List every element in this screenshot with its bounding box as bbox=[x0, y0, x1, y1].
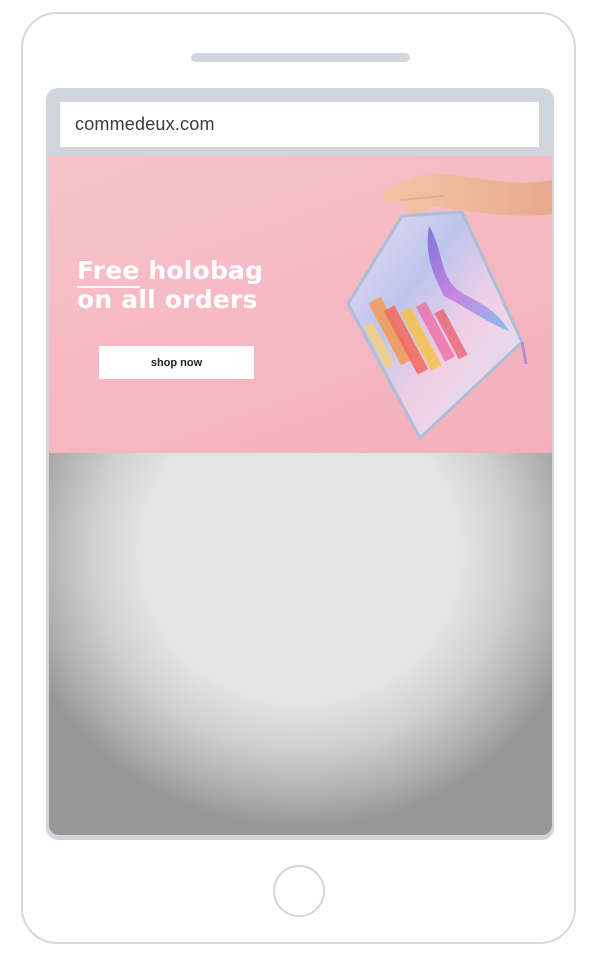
shop-now-button[interactable]: shop now bbox=[99, 346, 254, 379]
page: commedeux.com Free holobag on all orders… bbox=[0, 0, 600, 962]
page-content-placeholder bbox=[49, 453, 552, 835]
headline-free: Free bbox=[77, 256, 140, 288]
device-screen: commedeux.com Free holobag on all orders… bbox=[46, 88, 554, 840]
address-url: commedeux.com bbox=[75, 114, 215, 134]
address-bar[interactable]: commedeux.com bbox=[60, 102, 539, 147]
holobag-product-image bbox=[346, 174, 552, 441]
headline-line-1: Free holobag bbox=[77, 256, 297, 288]
headline-line-2: on all orders bbox=[77, 285, 258, 314]
home-button[interactable] bbox=[273, 865, 325, 917]
headline-holobag: holobag bbox=[139, 256, 264, 285]
promo-headline: Free holobag on all orders bbox=[77, 256, 297, 314]
speaker-slot bbox=[191, 53, 410, 62]
promo-banner[interactable]: Free holobag on all orders shop now bbox=[49, 156, 552, 453]
